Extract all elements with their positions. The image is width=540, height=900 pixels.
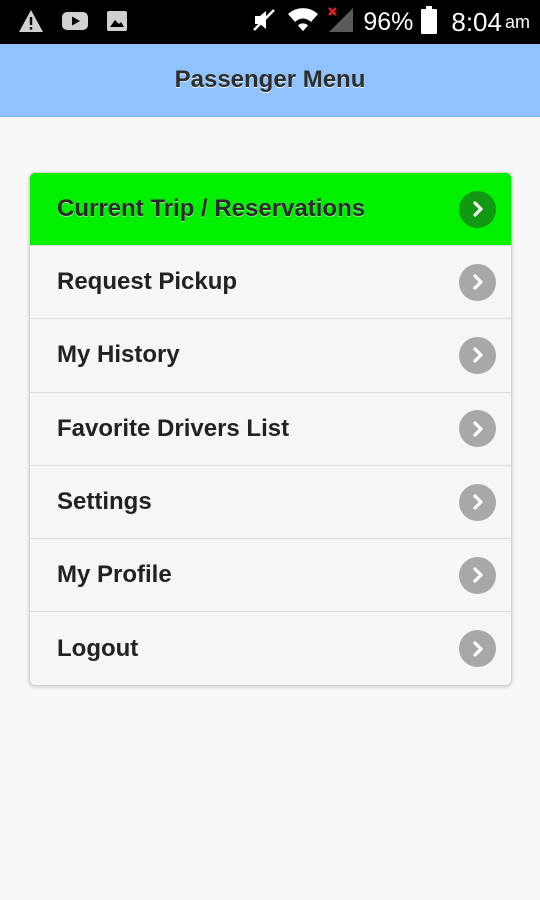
passenger-menu-list: Current Trip / Reservations Request Pick… [29, 172, 512, 686]
menu-item-label: Settings [57, 488, 152, 516]
system-icons: 96% 8:04 am [251, 0, 530, 44]
clock-ampm: am [504, 11, 530, 32]
chevron-right-icon [459, 190, 496, 228]
clock-time: 8:04 [451, 6, 502, 37]
page-title: Passenger Menu [174, 66, 366, 93]
warning-icon [18, 9, 44, 38]
menu-item-label: My History [57, 341, 180, 369]
menu-item-current-trip[interactable]: Current Trip / Reservations [30, 173, 511, 245]
menu-item-favorite-drivers[interactable]: Favorite Drivers List [30, 391, 511, 465]
chevron-right-icon [459, 483, 496, 521]
signal-icon [327, 6, 355, 39]
menu-item-label: Current Trip / Reservations [57, 195, 366, 222]
chevron-right-icon [459, 630, 496, 668]
mute-icon [251, 7, 277, 38]
chevron-right-icon [459, 263, 496, 301]
app-header: Passenger Menu [0, 44, 540, 117]
youtube-icon [62, 11, 88, 36]
notification-icons [18, 9, 128, 38]
status-bar: 96% 8:04 am [0, 0, 540, 44]
battery-percentage: 96% [363, 7, 414, 36]
menu-item-label: Logout [57, 634, 139, 662]
chevron-right-icon [459, 336, 496, 374]
menu-item-label: Request Pickup [57, 268, 238, 296]
chevron-right-icon [459, 556, 496, 594]
menu-item-my-history[interactable]: My History [30, 318, 511, 391]
wifi-icon [287, 7, 319, 38]
battery-icon [421, 5, 438, 39]
menu-item-label: My Profile [57, 561, 172, 589]
chevron-right-icon [459, 410, 496, 448]
image-icon [106, 10, 128, 37]
menu-item-settings[interactable]: Settings [30, 464, 511, 538]
menu-item-label: Favorite Drivers List [57, 414, 290, 442]
menu-item-logout[interactable]: Logout [30, 611, 511, 684]
menu-item-my-profile[interactable]: My Profile [30, 538, 511, 611]
menu-item-request-pickup[interactable]: Request Pickup [30, 245, 511, 318]
